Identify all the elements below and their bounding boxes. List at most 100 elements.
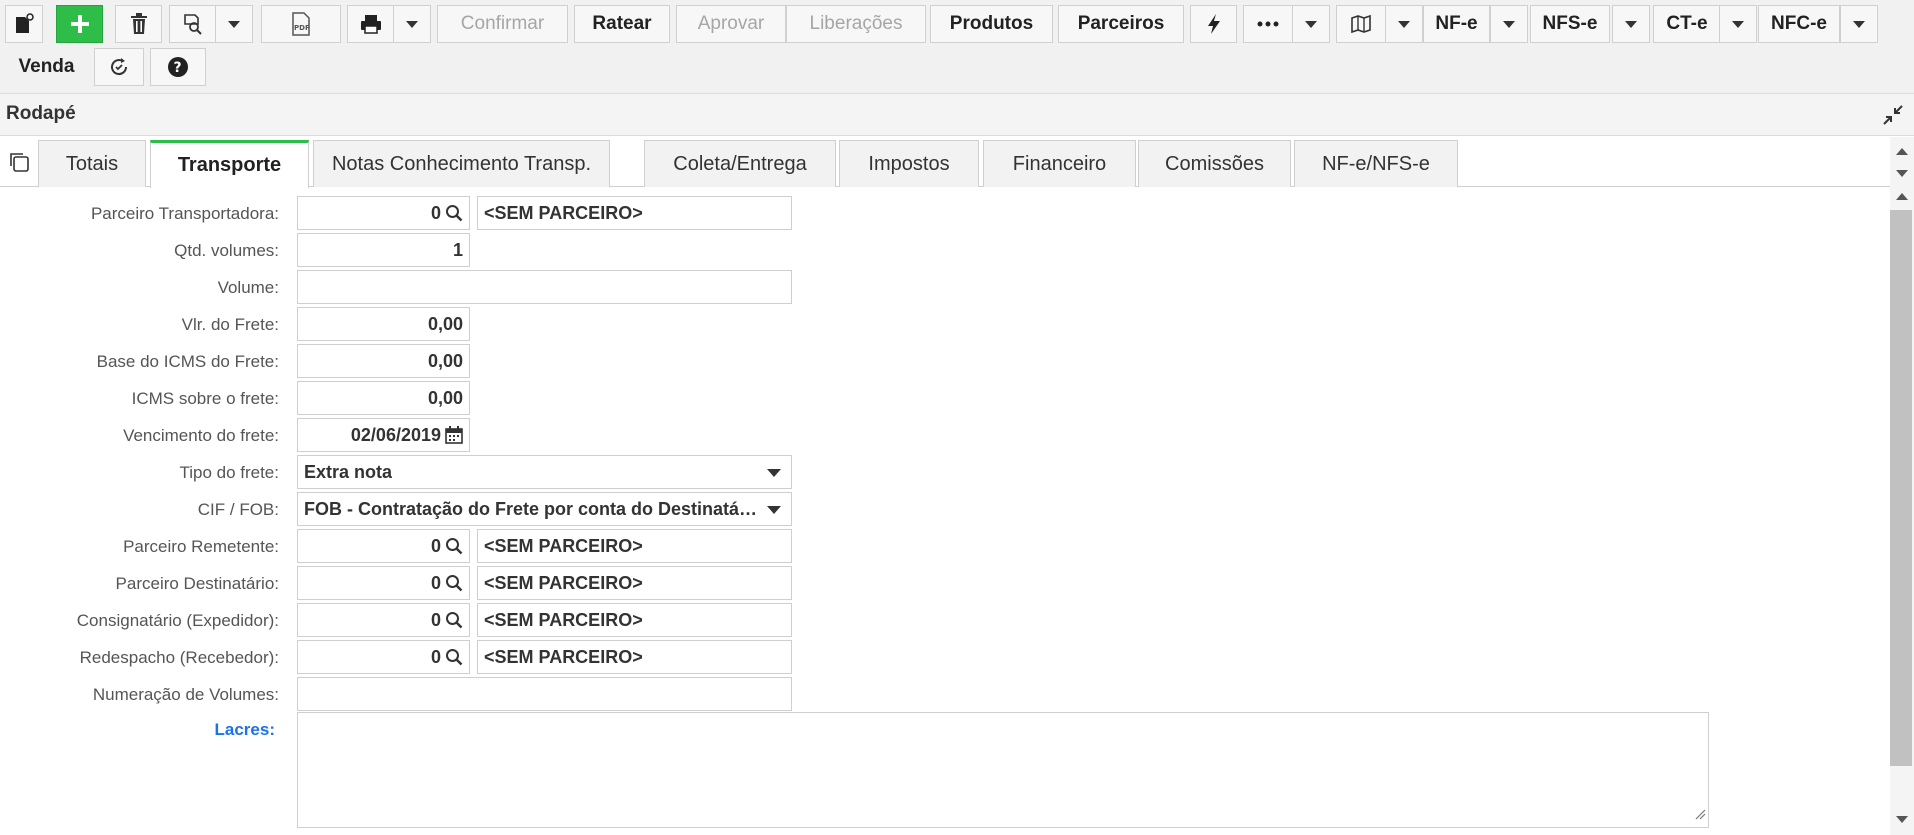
more-button[interactable] [1243,5,1293,43]
search-icon[interactable] [445,648,463,666]
scroll-up-arrow-icon[interactable] [1896,148,1908,155]
cif-fob-label: CIF / FOB: [197,500,279,519]
nfce-dropdown[interactable] [1840,5,1878,43]
actions-button[interactable] [1190,5,1237,43]
chevron-down-icon [228,20,240,28]
nfse-button[interactable]: NFS-e [1530,5,1610,43]
parceiro-transportadora-name: <SEM PARCEIRO> [477,196,792,230]
volume-label: Volume: [217,278,279,297]
tab-scroll-down-arrow-icon[interactable] [1896,170,1908,177]
tipo-frete-label: Tipo do frete: [179,463,279,482]
vencimento-frete-input[interactable]: 02/06/2019 [297,418,470,452]
tab-coleta-entrega[interactable]: Coleta/Entrega [644,140,836,187]
parceiro-remetente-code: 0 [430,535,441,556]
chevron-down-icon [1732,20,1744,28]
map-button[interactable] [1336,5,1386,43]
search-document-dropdown[interactable] [215,5,253,43]
base-icms-frete-input[interactable]: 0,00 [297,344,470,378]
parceiro-transportadora-code-input[interactable]: 0 [297,196,470,230]
tab-notas-conhecimento[interactable]: Notas Conhecimento Transp. [313,140,610,187]
cif-fob-select[interactable]: FOB - Contratação do Frete por conta do … [297,492,792,526]
chevron-down-icon [767,506,781,514]
cif-fob-value: FOB - Contratação do Frete por conta do … [304,498,761,519]
parceiros-button[interactable]: Parceiros [1058,5,1184,43]
tab-transporte[interactable]: Transporte [150,140,309,188]
refresh-button[interactable] [94,48,144,86]
delete-button[interactable] [115,5,162,43]
print-dropdown[interactable] [393,5,431,43]
map-dropdown[interactable] [1385,5,1423,43]
redespacho-code-input[interactable]: 0 [297,640,470,674]
parceiro-destinatario-label: Parceiro Destinatário: [115,574,279,593]
tab-comissoes[interactable]: Comissões [1138,140,1291,187]
lacres-label[interactable]: Lacres: [0,720,275,740]
toolbar: PDF Confirmar Ratear Aprovar Liberações … [0,0,1914,94]
vlr-frete-label: Vlr. do Frete: [181,315,279,334]
search-icon[interactable] [445,204,463,222]
resize-grip-icon[interactable] [1694,807,1706,825]
nfe-dropdown[interactable] [1490,5,1528,43]
collapse-icon[interactable] [1882,104,1904,131]
icms-frete-label: ICMS sobre o frete: [131,389,279,408]
base-icms-frete-label: Base do ICMS do Frete: [96,352,279,371]
tab-totais[interactable]: Totais [38,140,146,187]
pdf-button[interactable]: PDF [261,5,341,43]
nfce-button[interactable]: NFC-e [1758,5,1840,43]
trash-icon [130,13,147,34]
chevron-down-icon [1398,20,1410,28]
search-document-button[interactable] [169,5,216,43]
scrollbar-thumb[interactable] [1890,210,1912,766]
transporte-form: Parceiro Transportadora: 0 <SEM PARCEIRO… [0,188,1890,835]
parceiro-destinatario-name: <SEM PARCEIRO> [477,566,792,600]
aprovar-button[interactable]: Aprovar [676,5,786,43]
nfe-button[interactable]: NF-e [1423,5,1490,43]
vencimento-frete-label: Vencimento do frete: [123,426,279,445]
produtos-button[interactable]: Produtos [930,5,1053,43]
tab-bar: Totais Transporte Notas Conhecimento Tra… [0,137,1890,188]
liberacoes-button[interactable]: Liberações [786,5,926,43]
tab-impostos[interactable]: Impostos [839,140,979,187]
venda-button[interactable]: Venda [5,48,88,86]
more-dropdown[interactable] [1292,5,1330,43]
qtd-volumes-input[interactable]: 1 [297,233,470,267]
form-scroll-up-arrow-icon[interactable] [1896,193,1908,200]
new-document-button[interactable] [5,5,43,43]
icms-frete-input[interactable]: 0,00 [297,381,470,415]
ratear-button[interactable]: Ratear [574,5,670,43]
print-button[interactable] [347,5,394,43]
nfse-dropdown[interactable] [1612,5,1650,43]
chevron-down-icon [1853,20,1865,28]
tipo-frete-select[interactable]: Extra nota [297,455,792,489]
help-button[interactable]: ? [150,48,206,86]
tab-nfe-nfse[interactable]: NF-e/NFS-e [1294,140,1458,187]
lacres-textarea[interactable] [297,712,1709,828]
pdf-icon: PDF [292,12,310,36]
calendar-icon[interactable] [445,426,463,444]
numeracao-volumes-input[interactable] [297,677,792,711]
qtd-volumes-label: Qtd. volumes: [174,241,279,260]
consignatario-label: Consignatário (Expedidor): [76,611,279,630]
search-icon[interactable] [445,611,463,629]
lightning-icon [1207,14,1220,34]
chevron-down-icon [1503,20,1515,28]
volume-input[interactable] [297,270,792,304]
vlr-frete-input[interactable]: 0,00 [297,307,470,341]
help-icon: ? [168,57,188,77]
cte-dropdown[interactable] [1719,5,1757,43]
copy-icon[interactable] [8,151,30,178]
consignatario-code-input[interactable]: 0 [297,603,470,637]
more-icon [1257,21,1279,27]
new-document-icon [16,13,34,33]
tab-financeiro[interactable]: Financeiro [983,140,1136,187]
cte-button[interactable]: CT-e [1653,5,1721,43]
chevron-down-icon [1305,20,1317,28]
parceiro-remetente-code-input[interactable]: 0 [297,529,470,563]
search-icon[interactable] [445,574,463,592]
confirmar-button[interactable]: Confirmar [437,5,568,43]
search-icon[interactable] [445,537,463,555]
section-header: Rodapé [0,94,1914,136]
scroll-down-arrow-icon[interactable] [1896,816,1908,823]
parceiro-destinatario-code-input[interactable]: 0 [297,566,470,600]
search-document-icon [183,14,202,35]
add-button[interactable] [56,5,103,43]
